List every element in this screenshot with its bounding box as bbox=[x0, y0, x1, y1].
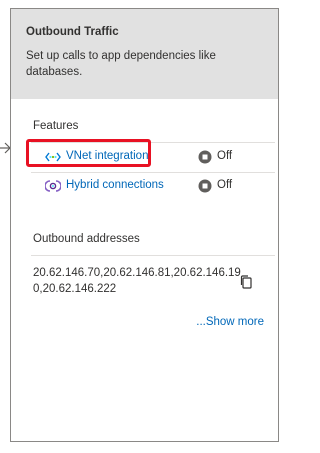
feature-row-vnet: VNet integration Off bbox=[33, 146, 273, 168]
hybrid-connections-icon bbox=[45, 180, 61, 192]
outbound-divider bbox=[31, 255, 275, 256]
hybrid-status-text: Off bbox=[217, 179, 233, 191]
feature-row-hybrid: Hybrid connections Off bbox=[33, 175, 273, 197]
feature-divider bbox=[31, 172, 275, 173]
hybrid-connections-link[interactable]: Hybrid connections bbox=[66, 179, 164, 191]
card-title: Outbound Traffic bbox=[26, 26, 119, 38]
outbound-traffic-card: Outbound Traffic Set up calls to app dep… bbox=[10, 8, 279, 442]
vnet-status-text: Off bbox=[217, 150, 233, 162]
card-header: Outbound Traffic Set up calls to app dep… bbox=[11, 9, 278, 99]
outbound-addresses-label: Outbound addresses bbox=[33, 233, 140, 245]
show-more-link[interactable]: ...Show more bbox=[196, 316, 264, 328]
features-label: Features bbox=[33, 120, 79, 132]
outbound-addresses-value: 20.62.146.70,20.62.146.81,20.62.146.190,… bbox=[33, 267, 241, 295]
features-divider bbox=[31, 142, 275, 143]
vnet-integration-link[interactable]: VNet integration bbox=[66, 150, 148, 162]
stop-status-icon bbox=[198, 179, 212, 193]
card-description: Set up calls to app dependencies like da… bbox=[26, 50, 216, 78]
stop-status-icon bbox=[198, 150, 212, 164]
vnet-icon bbox=[45, 152, 61, 162]
copy-icon[interactable] bbox=[239, 274, 253, 290]
